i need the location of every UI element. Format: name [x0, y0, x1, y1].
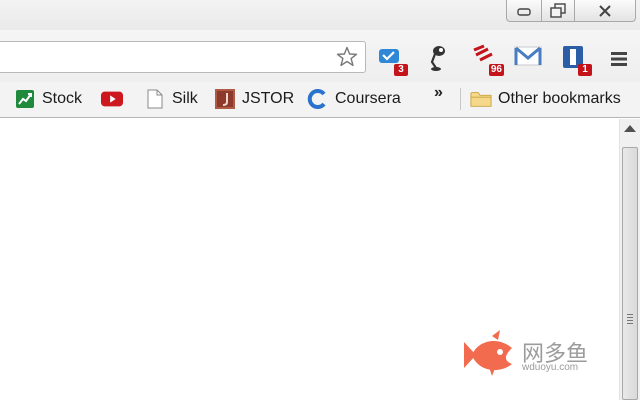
star-icon[interactable]: [335, 45, 359, 69]
jstor-icon: [214, 88, 236, 110]
bookmark-youtube[interactable]: [101, 86, 123, 112]
minimize-button[interactable]: [506, 0, 542, 22]
mail-badge: 3: [394, 64, 408, 76]
gmail-button[interactable]: [514, 44, 544, 74]
bookmark-stock[interactable]: Stock: [14, 86, 82, 112]
lamp-icon: [430, 46, 445, 71]
other-bookmarks-label: Other bookmarks: [498, 90, 621, 107]
bookmarks-separator: [460, 88, 461, 110]
mail-checker-button[interactable]: 3: [378, 44, 408, 76]
coursera-icon: [307, 88, 329, 110]
feed-badge: 96: [488, 64, 504, 76]
scroll-up-icon[interactable]: [624, 125, 636, 132]
youtube-icon: [101, 88, 123, 110]
bookmark-jstor[interactable]: JSTOR: [214, 86, 294, 112]
scrollbar-thumb[interactable]: [622, 147, 638, 400]
address-bar[interactable]: [0, 41, 366, 73]
page-icon: [144, 88, 166, 110]
notifier-button[interactable]: 1: [562, 44, 592, 76]
notifier-badge: 1: [578, 64, 592, 76]
menu-icon[interactable]: [610, 51, 628, 67]
stock-chart-icon: [14, 88, 36, 110]
vertical-scrollbar[interactable]: [619, 119, 640, 400]
close-icon: [599, 4, 611, 17]
bookmark-label: Silk: [172, 90, 198, 107]
bookmark-label: JSTOR: [242, 90, 295, 107]
bookmarks-bar: Stock Silk JSTOR Coursera » Other bookma…: [0, 82, 640, 118]
gmail-icon: [514, 46, 542, 66]
fish-logo-icon: [464, 330, 512, 376]
watermark: 网多鱼 wduoyu.com: [462, 330, 602, 380]
other-bookmarks-folder[interactable]: Other bookmarks: [470, 86, 621, 112]
restore-button[interactable]: [541, 0, 575, 22]
bookmark-coursera[interactable]: Coursera: [307, 86, 401, 112]
folder-icon: [470, 88, 492, 110]
minimize-icon: [517, 7, 531, 16]
restore-icon: [550, 2, 566, 18]
feed-reader-button[interactable]: 96: [472, 44, 504, 76]
watermark-url: wduoyu.com: [522, 362, 579, 373]
browser-toolbar: 3 96 1: [0, 30, 640, 82]
bookmark-silk[interactable]: Silk: [144, 86, 198, 112]
lamp-button[interactable]: [424, 44, 454, 74]
bookmarks-overflow-button[interactable]: »: [434, 84, 443, 102]
bookmark-label: Coursera: [335, 90, 401, 107]
close-button[interactable]: [574, 0, 636, 22]
bookmark-label: Stock: [42, 90, 83, 107]
title-bar: [0, 0, 640, 30]
